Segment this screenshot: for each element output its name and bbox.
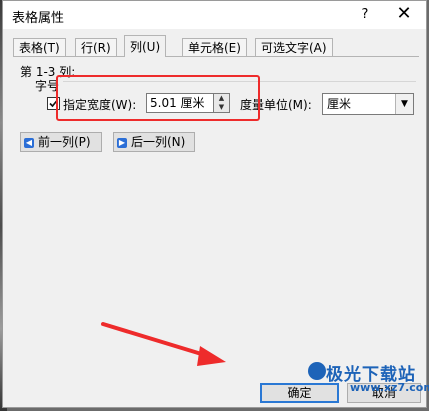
tab-column[interactable]: 列(U) xyxy=(124,35,167,57)
annotation-arrow-icon xyxy=(101,322,226,366)
